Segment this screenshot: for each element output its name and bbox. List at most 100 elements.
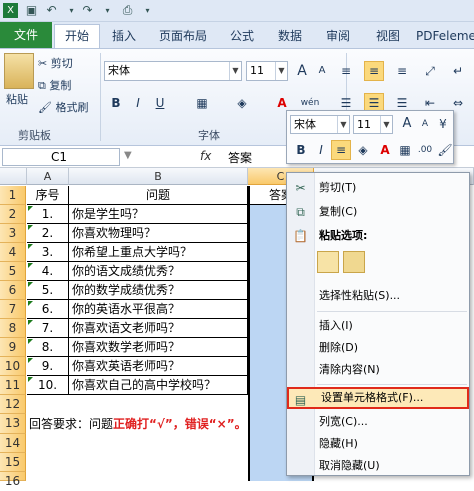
table-cell[interactable]: 序号 xyxy=(27,186,69,205)
tab-insert[interactable]: 插入 xyxy=(104,25,144,47)
row-header[interactable]: 14 xyxy=(0,434,26,453)
tab-view[interactable]: 视图 xyxy=(368,25,408,47)
mini-format-painter-icon[interactable]: 🖌 xyxy=(435,140,455,160)
undo-icon[interactable]: ↶ xyxy=(44,3,59,18)
table-cell[interactable]: 你喜欢语文老师吗？ xyxy=(69,319,248,338)
error-indicator-icon[interactable] xyxy=(28,263,33,268)
row-header[interactable]: 10 xyxy=(0,357,26,376)
fx-icon[interactable]: fx xyxy=(200,149,211,163)
align-bottom-icon[interactable]: ≡ xyxy=(392,61,412,81)
row-header[interactable]: 5 xyxy=(0,262,26,281)
menu-item-cut[interactable]: ✂ 剪切(T) xyxy=(287,177,469,199)
customize-qat-icon[interactable]: ▾ xyxy=(140,3,155,18)
menu-item-delete[interactable]: 删除(D) xyxy=(287,337,469,359)
shrink-font-icon[interactable]: A xyxy=(312,61,332,81)
save-icon[interactable]: ▣ xyxy=(24,3,39,18)
tab-page-layout[interactable]: 页面布局 xyxy=(150,25,216,47)
table-cell[interactable]: 你喜欢英语老师吗？ xyxy=(69,357,248,376)
table-cell[interactable]: 你的语文成绩优秀？ xyxy=(69,262,248,281)
font-size-select[interactable]: 11 ▼ xyxy=(246,61,288,81)
mini-borders-icon[interactable]: ▦ xyxy=(395,140,415,160)
table-cell[interactable]: 6. xyxy=(27,300,69,319)
menu-item-copy[interactable]: ⧉ 复制(C) xyxy=(287,201,469,223)
paste-values-icon[interactable] xyxy=(343,251,365,273)
mini-font-color-button[interactable]: A xyxy=(375,140,395,160)
paste-button[interactable]: 粘贴 xyxy=(6,91,28,107)
print-preview-icon[interactable]: ⎙ xyxy=(120,3,135,18)
italic-button[interactable]: I xyxy=(128,93,148,113)
select-all-corner[interactable] xyxy=(0,168,27,185)
row-header[interactable]: 1 xyxy=(0,186,26,205)
row-header[interactable]: 3 xyxy=(0,224,26,243)
error-indicator-icon[interactable] xyxy=(28,244,33,249)
cut-button[interactable]: ✂ 剪切 xyxy=(38,55,73,71)
row-header[interactable]: 16 xyxy=(0,472,26,488)
tab-home[interactable]: 开始 xyxy=(54,24,100,48)
table-cell[interactable]: 4. xyxy=(27,262,69,281)
fill-color-icon[interactable]: ◈ xyxy=(232,93,252,113)
borders-icon[interactable]: ▦ xyxy=(192,93,212,113)
error-indicator-icon[interactable] xyxy=(28,301,33,306)
error-indicator-icon[interactable] xyxy=(28,320,33,325)
bold-button[interactable]: B xyxy=(106,93,126,113)
tab-formulas[interactable]: 公式 xyxy=(222,25,262,47)
menu-item-clear-contents[interactable]: 清除内容(N) xyxy=(287,359,469,381)
row-header[interactable]: 9 xyxy=(0,338,26,357)
column-header-b[interactable]: B xyxy=(69,168,248,185)
row-header[interactable]: 12 xyxy=(0,395,26,414)
table-cell[interactable]: 3. xyxy=(27,243,69,262)
error-indicator-icon[interactable] xyxy=(28,339,33,344)
underline-button[interactable]: U xyxy=(150,93,170,113)
table-cell[interactable]: 9. xyxy=(27,357,69,376)
row-header[interactable]: 7 xyxy=(0,300,26,319)
menu-item-column-width[interactable]: 列宽(C)... xyxy=(287,411,469,433)
tab-data[interactable]: 数据 xyxy=(270,25,310,47)
table-cell[interactable]: 你喜欢数学老师吗？ xyxy=(69,338,248,357)
menu-item-insert[interactable]: 插入(I) xyxy=(287,315,469,337)
mini-align-center-icon[interactable]: ≡ xyxy=(331,140,351,160)
accounting-format-icon[interactable]: ¥ xyxy=(433,114,453,134)
row-header[interactable]: 13 xyxy=(0,414,26,434)
format-painter-button[interactable]: 🖌 格式刷 xyxy=(38,99,88,115)
table-cell[interactable]: 你是学生吗？ xyxy=(69,205,248,224)
tab-review[interactable]: 审阅 xyxy=(318,25,358,47)
shrink-font-icon[interactable]: A xyxy=(415,114,435,134)
table-cell[interactable]: 你希望上重点大学吗？ xyxy=(69,243,248,262)
row-header[interactable]: 15 xyxy=(0,453,26,472)
table-cell[interactable]: 2. xyxy=(27,224,69,243)
row-header[interactable]: 11 xyxy=(0,376,26,395)
wrap-text-icon[interactable]: ↵ xyxy=(448,61,468,81)
menu-item-paste-special[interactable]: 选择性粘贴(S)... xyxy=(287,285,469,307)
align-middle-icon[interactable]: ≡ xyxy=(364,61,384,81)
table-cell[interactable]: 你喜欢自己的高中学校吗？ xyxy=(69,376,248,395)
error-indicator-icon[interactable] xyxy=(28,225,33,230)
row-header[interactable]: 8 xyxy=(0,319,26,338)
table-cell[interactable]: 问题 xyxy=(69,186,248,205)
mini-size-select[interactable]: 11 ▼ xyxy=(353,115,393,134)
menu-item-format-cells[interactable]: ▤ 设置单元格格式(F)... xyxy=(287,387,469,409)
undo-dropdown-icon[interactable]: ▾ xyxy=(64,3,79,18)
table-cell[interactable]: 5. xyxy=(27,281,69,300)
menu-item-hide[interactable]: 隐藏(H) xyxy=(287,433,469,455)
row-header[interactable]: 2 xyxy=(0,205,26,224)
mini-font-select[interactable]: 宋体 ▼ xyxy=(290,115,350,134)
tab-file[interactable]: 文件 xyxy=(0,22,52,48)
grow-font-icon[interactable]: A xyxy=(397,114,417,134)
column-header-a[interactable]: A xyxy=(27,168,69,185)
table-cell[interactable]: 8. xyxy=(27,338,69,357)
table-cell[interactable]: 1. xyxy=(27,205,69,224)
orientation-icon[interactable]: ⤢ xyxy=(420,61,440,81)
error-indicator-icon[interactable] xyxy=(28,377,33,382)
menu-item-unhide[interactable]: 取消隐藏(U) xyxy=(287,455,469,475)
formula-content[interactable]: 答案 xyxy=(228,149,252,166)
table-cell[interactable]: 你的数学成绩优秀？ xyxy=(69,281,248,300)
mini-italic-button[interactable]: I xyxy=(311,140,331,160)
redo-icon[interactable]: ↷ xyxy=(80,3,95,18)
error-indicator-icon[interactable] xyxy=(28,358,33,363)
paste-option-icon[interactable] xyxy=(317,251,339,273)
instruction-cell[interactable]: 回答要求：问题正确打“√”，错误“×”。 xyxy=(29,415,291,434)
font-name-select[interactable]: 宋体 ▼ xyxy=(104,61,242,81)
mini-fill-color-icon[interactable]: ◈ xyxy=(353,140,373,160)
name-box-dropdown-icon[interactable]: ▼ xyxy=(124,150,132,161)
row-header[interactable]: 4 xyxy=(0,243,26,262)
